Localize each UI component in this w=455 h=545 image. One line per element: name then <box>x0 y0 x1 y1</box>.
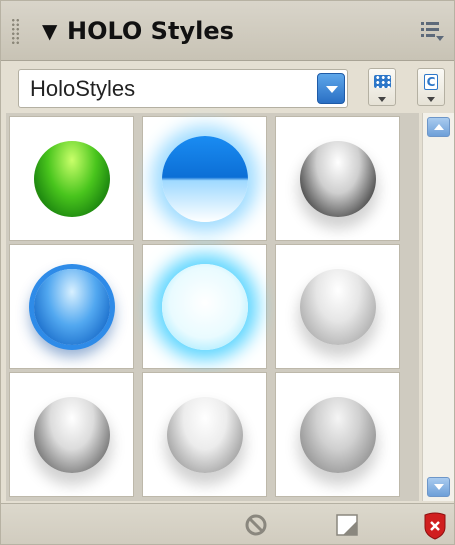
chevron-down-icon <box>427 97 435 102</box>
style-library-select[interactable]: HoloStyles <box>18 69 348 108</box>
gripper-icon[interactable] <box>11 18 20 44</box>
style-swatch[interactable] <box>9 372 134 497</box>
style-swatch[interactable] <box>142 372 267 497</box>
style-swatch-grid <box>6 113 419 501</box>
style-swatch[interactable] <box>275 244 400 369</box>
style-preview-blue-ring <box>33 268 110 345</box>
style-preview-graphite <box>33 396 110 473</box>
custom-styles-button[interactable]: C <box>417 68 445 106</box>
style-swatch[interactable] <box>142 244 267 369</box>
collapse-triangle-icon[interactable]: ▼ <box>42 21 57 41</box>
dropdown-arrow-icon[interactable] <box>317 73 345 104</box>
style-swatch[interactable] <box>9 116 134 241</box>
panel-bottom-bar <box>1 503 454 544</box>
scroll-down-arrow-icon[interactable] <box>427 477 450 497</box>
style-swatch[interactable] <box>275 116 400 241</box>
scroll-up-arrow-icon[interactable] <box>427 117 450 137</box>
break-link-icon[interactable] <box>243 512 269 538</box>
style-preview-cyan-glow <box>161 263 248 350</box>
style-preview-chrome-dark <box>299 140 376 217</box>
new-style-icon[interactable] <box>334 512 360 538</box>
selected-style-library: HoloStyles <box>30 76 136 101</box>
style-preview-silver-soft <box>299 268 376 345</box>
grid-view-icon <box>374 75 391 88</box>
vertical-scrollbar[interactable] <box>422 113 454 501</box>
panel-options-menu-icon[interactable] <box>419 19 445 43</box>
panel-title: HOLO Styles <box>67 17 234 45</box>
style-swatch[interactable] <box>275 372 400 497</box>
style-preview-silver-light <box>166 396 243 473</box>
style-swatch[interactable] <box>9 244 134 369</box>
custom-styles-icon: C <box>424 74 438 90</box>
delete-style-icon[interactable] <box>422 512 448 540</box>
style-selector-row: HoloStyles C <box>1 62 454 112</box>
view-options-button[interactable] <box>368 68 396 106</box>
chevron-down-icon <box>378 97 386 102</box>
style-preview-silver-band <box>299 396 376 473</box>
holo-styles-panel: ▼ HOLO Styles HoloStyles C <box>0 0 455 545</box>
style-preview-green-gloss <box>33 140 110 217</box>
style-preview-blue-half <box>161 135 248 222</box>
panel-title-bar[interactable]: ▼ HOLO Styles <box>1 1 454 61</box>
style-swatch[interactable] <box>142 116 267 241</box>
